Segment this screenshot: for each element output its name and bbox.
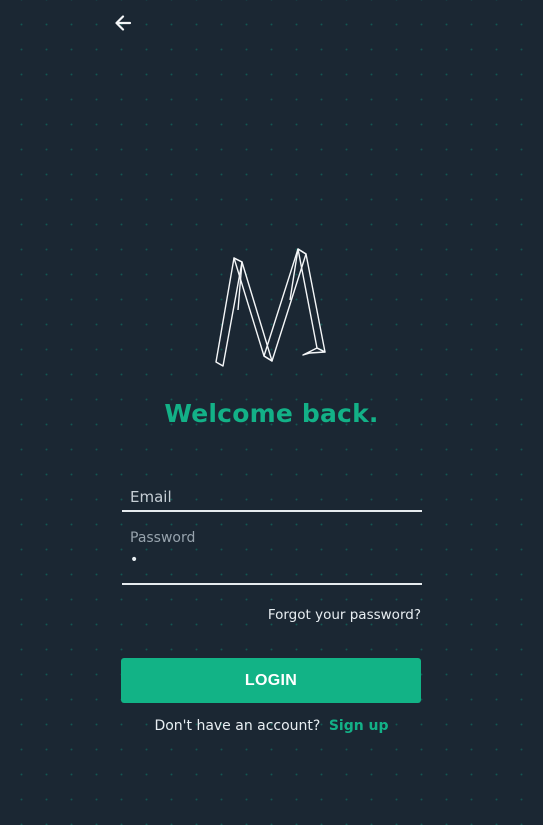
signup-prompt-row: Don't have an account? Sign up bbox=[0, 718, 543, 734]
login-button[interactable]: LOGIN bbox=[121, 658, 421, 703]
password-label: Password bbox=[130, 530, 196, 546]
m-logo-icon bbox=[215, 248, 326, 367]
email-input[interactable] bbox=[122, 478, 422, 510]
email-field[interactable] bbox=[122, 478, 422, 512]
back-arrow-icon[interactable] bbox=[112, 12, 134, 34]
password-field[interactable]: Password • bbox=[122, 525, 422, 585]
signup-prompt-text: Don't have an account? bbox=[154, 718, 321, 734]
forgot-password-link[interactable]: Forgot your password? bbox=[268, 607, 421, 623]
password-value[interactable]: • bbox=[130, 552, 140, 568]
welcome-heading: Welcome back. bbox=[164, 399, 379, 428]
signup-link[interactable]: Sign up bbox=[329, 718, 389, 734]
